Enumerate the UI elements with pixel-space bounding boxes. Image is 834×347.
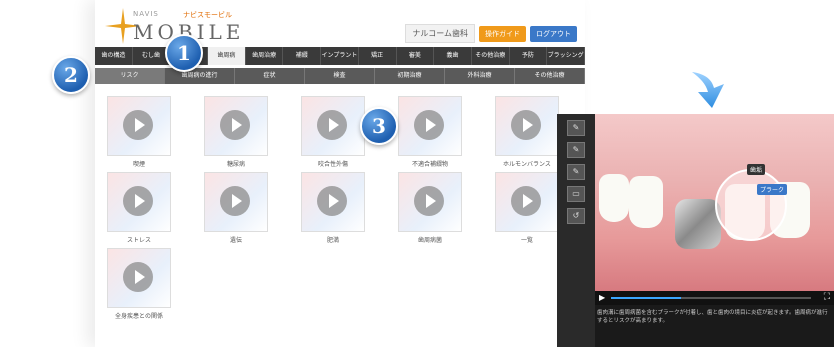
video-thumbnail[interactable] <box>204 172 268 232</box>
video-card[interactable]: 咬合性外傷 <box>301 96 365 168</box>
step-badge-3: 3 <box>360 107 398 145</box>
subnav-item[interactable]: 初期治療 <box>375 68 445 84</box>
video-thumbnail[interactable] <box>301 96 365 156</box>
arrow-down-icon <box>692 72 724 108</box>
nav-item[interactable]: 審美 <box>397 47 435 65</box>
step-badge-2: 2 <box>52 56 90 94</box>
video-label: 全身疾患との関係 <box>115 313 163 320</box>
pen-icon[interactable]: ✎ <box>567 164 585 180</box>
play-icon[interactable] <box>123 110 153 140</box>
progress-bar[interactable] <box>611 297 811 299</box>
nav-item[interactable]: 歯の構造 <box>95 47 133 65</box>
fullscreen-icon[interactable]: ⛶ <box>824 292 830 302</box>
play-icon[interactable] <box>123 262 153 292</box>
video-thumbnail[interactable] <box>107 172 171 232</box>
play-icon[interactable] <box>220 110 250 140</box>
subnav-item[interactable]: その他治療 <box>515 68 585 84</box>
play-icon[interactable] <box>123 186 153 216</box>
video-label: 糖尿病 <box>226 161 245 168</box>
nav-item[interactable]: 予防 <box>510 47 548 65</box>
play-icon[interactable] <box>317 186 347 216</box>
logo-subtext: NAVIS <box>133 10 159 18</box>
subnav-item[interactable]: 検査 <box>305 68 375 84</box>
subnav-item-active[interactable]: リスク <box>95 68 165 84</box>
video-label: 不適合補綴物 <box>411 161 448 168</box>
drawing-toolbar: ✎ ✎ ✎ ▭ ↺ <box>557 114 595 347</box>
secondary-nav: リスク 歯周病の進行 症状 検査 初期治療 外科治療 その他治療 <box>95 68 585 84</box>
video-card[interactable]: 不適合補綴物 <box>398 96 462 168</box>
subnav-item[interactable]: 外科治療 <box>445 68 515 84</box>
video-thumbnail[interactable] <box>204 96 268 156</box>
video-label: 一覧 <box>520 237 533 244</box>
video-label: 肥満 <box>326 237 339 244</box>
nav-item[interactable]: 歯周治療 <box>246 47 284 65</box>
nav-item[interactable]: 補綴 <box>283 47 322 65</box>
pen-icon[interactable]: ✎ <box>567 142 585 158</box>
top-links: ナルコーム歯科 操作ガイド ログアウト <box>405 24 577 43</box>
video-label: ホルモンバランス <box>503 161 551 168</box>
subnav-item[interactable]: 症状 <box>235 68 305 84</box>
video-label: ストレス <box>126 237 151 244</box>
logo-subtext-jp: ナビスモービル <box>183 11 232 19</box>
video-label: 遺伝 <box>229 237 242 244</box>
logout-button[interactable]: ログアウト <box>530 25 577 42</box>
nav-item[interactable]: ブラッシング <box>547 47 585 65</box>
play-icon[interactable] <box>220 186 250 216</box>
tooth <box>629 176 663 228</box>
progress-fill <box>611 297 681 299</box>
play-icon[interactable] <box>414 186 444 216</box>
nav-item[interactable]: 矯正 <box>359 47 397 65</box>
step-badge-1: 1 <box>165 34 203 72</box>
callout-label: 歯垢 <box>747 164 766 175</box>
video-card[interactable]: 遺伝 <box>204 172 268 244</box>
video-thumbnail[interactable] <box>495 172 559 232</box>
guide-button[interactable]: 操作ガイド <box>479 25 526 42</box>
play-icon[interactable] <box>317 110 347 140</box>
video-card[interactable]: ストレス <box>107 172 171 244</box>
video-frame[interactable]: 歯垢 プラーク <box>595 114 834 291</box>
callout-label: プラーク <box>757 184 788 195</box>
video-thumbnail[interactable] <box>107 96 171 156</box>
play-icon[interactable] <box>511 186 541 216</box>
video-card[interactable]: 歯周病菌 <box>398 172 462 244</box>
video-player: ✎ ✎ ✎ ▭ ↺ 歯垢 プラーク ▶ ⛶ 歯肉溝に歯周病菌を含むプラークが付着… <box>557 114 834 347</box>
video-label: 咬合性外傷 <box>317 161 348 168</box>
undo-icon[interactable]: ↺ <box>567 208 585 224</box>
video-label: 歯周病菌 <box>417 237 442 244</box>
nav-item[interactable]: 義歯 <box>434 47 472 65</box>
play-icon[interactable] <box>511 110 541 140</box>
eraser-icon[interactable]: ▭ <box>567 186 585 202</box>
subtitle-text: 歯肉溝に歯周病菌を含むプラークが付着し、歯と歯肉の境目に炎症が起きます。歯周病が… <box>597 310 828 324</box>
video-thumbnail[interactable] <box>398 172 462 232</box>
play-icon[interactable] <box>414 110 444 140</box>
video-card[interactable]: 一覧 <box>495 172 559 244</box>
nav-item-active[interactable]: 歯周病 <box>208 47 246 65</box>
video-thumbnail[interactable] <box>495 96 559 156</box>
video-card[interactable]: 全身疾患との関係 <box>107 248 171 320</box>
video-card[interactable]: 肥満 <box>301 172 365 244</box>
player-controls: ▶ ⛶ <box>595 291 834 305</box>
nav-item[interactable]: その他治療 <box>472 47 510 65</box>
clinic-name: ナルコーム歯科 <box>405 24 475 43</box>
video-thumbnail[interactable] <box>301 172 365 232</box>
video-label: 喫煙 <box>132 161 145 168</box>
tooth <box>599 174 629 222</box>
play-icon[interactable]: ▶ <box>599 293 605 302</box>
video-card[interactable]: 糖尿病 <box>204 96 268 168</box>
nav-item[interactable]: インプラント <box>321 47 359 65</box>
video-card[interactable]: 喫煙 <box>107 96 171 168</box>
video-card[interactable]: ホルモンバランス <box>495 96 559 168</box>
zoom-bubble <box>715 169 787 241</box>
video-thumbnail[interactable] <box>107 248 171 308</box>
pen-icon[interactable]: ✎ <box>567 120 585 136</box>
video-thumbnail[interactable] <box>398 96 462 156</box>
